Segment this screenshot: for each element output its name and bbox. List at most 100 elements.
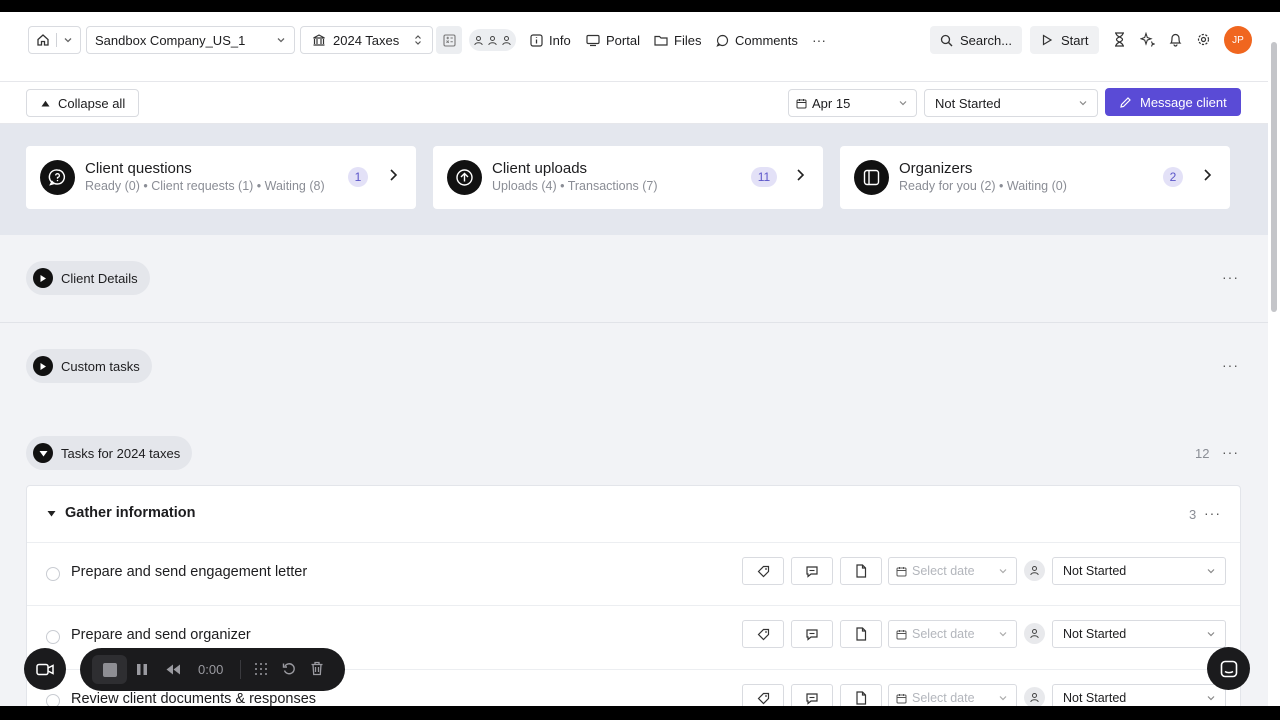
project-select-value: 2024 Taxes bbox=[333, 32, 400, 48]
card-client-questions[interactable]: Client questions Ready (0) • Client requ… bbox=[26, 146, 416, 209]
restart-icon[interactable] bbox=[282, 662, 296, 676]
assignee-avatar[interactable] bbox=[1024, 560, 1045, 581]
chevron-right-icon bbox=[388, 168, 398, 182]
section-label: Client Details bbox=[61, 270, 138, 286]
card-title: Client uploads bbox=[492, 160, 588, 177]
task-date-select[interactable]: Select date bbox=[888, 684, 1017, 706]
recording-time: 0:00 bbox=[198, 662, 224, 677]
section-toggle-custom-tasks[interactable]: Custom tasks bbox=[26, 349, 152, 383]
nav-portal[interactable]: Portal bbox=[586, 31, 640, 49]
task-title[interactable]: Prepare and send engagement letter bbox=[71, 564, 307, 580]
nav-files[interactable]: Files bbox=[654, 31, 701, 49]
document-icon bbox=[855, 564, 867, 578]
task-complete-toggle[interactable] bbox=[46, 630, 60, 644]
search-label: Search... bbox=[960, 32, 1013, 48]
grid-dots-icon[interactable] bbox=[254, 662, 268, 676]
chat-launcher-button[interactable] bbox=[1207, 647, 1250, 690]
assignees-button[interactable] bbox=[469, 29, 516, 51]
task-status-value: Not Started bbox=[1063, 627, 1127, 641]
hourglass-icon[interactable] bbox=[1113, 32, 1126, 47]
camera-toggle-button[interactable] bbox=[24, 648, 66, 690]
play-icon bbox=[1041, 34, 1053, 46]
group-menu-button[interactable]: ··· bbox=[1204, 505, 1221, 521]
user-icon bbox=[1029, 628, 1040, 639]
company-select[interactable]: Sandbox Company_US_1 bbox=[86, 26, 295, 54]
chat-icon bbox=[805, 628, 819, 641]
tag-button[interactable] bbox=[742, 557, 784, 585]
assignee-avatar[interactable] bbox=[1024, 623, 1045, 644]
card-client-uploads[interactable]: Client uploads Uploads (4) • Transaction… bbox=[433, 146, 823, 209]
pause-icon[interactable] bbox=[136, 663, 148, 676]
task-date-select[interactable]: Select date bbox=[888, 620, 1017, 648]
bell-icon[interactable] bbox=[1169, 32, 1182, 47]
task-title[interactable]: Review client documents & responses bbox=[71, 691, 316, 706]
tag-button[interactable] bbox=[742, 684, 784, 706]
task-row: Prepare and send engagement letter Selec… bbox=[27, 542, 1240, 605]
section-menu-button[interactable]: ··· bbox=[1222, 269, 1239, 285]
scrollbar-thumb[interactable] bbox=[1271, 42, 1277, 312]
calculator-button[interactable] bbox=[436, 26, 462, 54]
calculator-icon bbox=[442, 33, 456, 47]
app-screen: Sandbox Company_US_1 2024 Taxes Info Por… bbox=[0, 12, 1280, 706]
card-organizers[interactable]: Organizers Ready for you (2) • Waiting (… bbox=[840, 146, 1230, 209]
project-status-select[interactable]: Not Started bbox=[924, 89, 1098, 117]
task-status-select[interactable]: Not Started bbox=[1052, 557, 1226, 585]
comment-icon bbox=[716, 34, 729, 47]
play-circle-icon bbox=[33, 268, 53, 288]
project-status-value: Not Started bbox=[935, 95, 1001, 111]
tag-button[interactable] bbox=[742, 620, 784, 648]
section-menu-button[interactable]: ··· bbox=[1222, 444, 1239, 460]
assignee-avatar[interactable] bbox=[1024, 687, 1045, 706]
project-select[interactable]: 2024 Taxes bbox=[300, 26, 433, 54]
home-menu-button[interactable] bbox=[28, 26, 81, 54]
document-icon bbox=[855, 691, 867, 705]
task-date-placeholder: Select date bbox=[912, 564, 975, 578]
start-button[interactable]: Start bbox=[1030, 26, 1099, 54]
chevron-down-circle-icon bbox=[33, 443, 53, 463]
section-menu-button[interactable]: ··· bbox=[1222, 357, 1239, 373]
document-button[interactable] bbox=[840, 620, 882, 648]
document-button[interactable] bbox=[840, 557, 882, 585]
more-button[interactable]: ··· bbox=[812, 31, 826, 49]
question-bubble-icon bbox=[40, 160, 75, 195]
chat-button[interactable] bbox=[791, 557, 833, 585]
user-icon bbox=[501, 35, 512, 46]
gear-icon[interactable] bbox=[1196, 32, 1211, 47]
user-icon bbox=[473, 35, 484, 46]
section-toggle-client-details[interactable]: Client Details bbox=[26, 261, 150, 295]
task-complete-toggle[interactable] bbox=[46, 567, 60, 581]
sparkle-icon[interactable] bbox=[1140, 32, 1155, 47]
stop-button[interactable] bbox=[92, 655, 127, 684]
play-circle-icon bbox=[33, 356, 53, 376]
task-title[interactable]: Prepare and send organizer bbox=[71, 627, 251, 643]
task-date-select[interactable]: Select date bbox=[888, 557, 1017, 585]
section-toggle-tasks-2024[interactable]: Tasks for 2024 taxes bbox=[26, 436, 193, 470]
chat-button[interactable] bbox=[791, 620, 833, 648]
recorder-controls: 0:00 bbox=[80, 648, 345, 691]
document-button[interactable] bbox=[840, 684, 882, 706]
task-status-select[interactable]: Not Started bbox=[1052, 620, 1226, 648]
trash-icon[interactable] bbox=[310, 661, 324, 676]
nav-comments[interactable]: Comments bbox=[716, 31, 798, 49]
task-status-value: Not Started bbox=[1063, 691, 1127, 705]
message-client-button[interactable]: Message client bbox=[1105, 88, 1241, 116]
card-subtitle: Ready (0) • Client requests (1) • Waitin… bbox=[85, 179, 325, 193]
search-button[interactable]: Search... bbox=[930, 26, 1022, 54]
rewind-icon[interactable] bbox=[165, 663, 181, 676]
group-header[interactable]: Gather information bbox=[47, 505, 196, 521]
chevron-down-icon bbox=[1206, 566, 1216, 576]
due-date-select[interactable]: Apr 15 bbox=[788, 89, 917, 117]
user-avatar[interactable]: JP bbox=[1224, 26, 1252, 54]
collapse-all-button[interactable]: Collapse all bbox=[26, 89, 139, 117]
user-icon bbox=[487, 35, 498, 46]
page-scrollbar[interactable] bbox=[1268, 12, 1280, 706]
search-icon bbox=[940, 34, 953, 47]
task-complete-toggle[interactable] bbox=[46, 694, 60, 706]
start-label: Start bbox=[1061, 32, 1089, 48]
chevron-down-icon bbox=[63, 35, 73, 45]
nav-info-label: Info bbox=[549, 32, 571, 48]
task-status-select[interactable]: Not Started bbox=[1052, 684, 1226, 706]
triangle-up-icon bbox=[41, 100, 50, 107]
nav-info[interactable]: Info bbox=[530, 31, 571, 49]
chat-button[interactable] bbox=[791, 684, 833, 706]
